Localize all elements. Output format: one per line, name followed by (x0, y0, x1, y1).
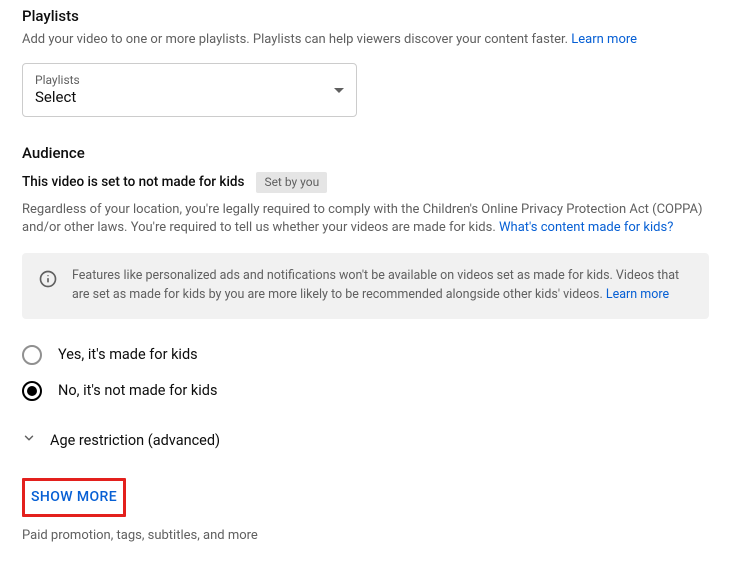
audience-info-text-row: Features like personalized ads and notif… (72, 267, 693, 305)
audience-info-link[interactable]: Learn more (606, 287, 669, 302)
radio-icon-selected (22, 381, 42, 401)
playlists-learn-more-link[interactable]: Learn more (571, 32, 637, 47)
playlists-select[interactable]: Playlists Select (22, 63, 357, 117)
radio-option-no[interactable]: No, it's not made for kids (22, 373, 709, 409)
audience-title: Audience (22, 143, 709, 164)
playlists-select-value: Select (35, 88, 80, 107)
audience-info-text: Features like personalized ads and notif… (72, 268, 679, 302)
playlists-description: Add your video to one or more playlists.… (22, 32, 571, 47)
radio-option-yes[interactable]: Yes, it's made for kids (22, 337, 709, 373)
audience-set-by-badge: Set by you (256, 172, 327, 193)
audience-legal-row: Regardless of your location, you're lega… (22, 201, 709, 237)
show-more-section: SHOW MORE Paid promotion, tags, subtitle… (22, 478, 709, 546)
audience-section: Audience This video is set to not made f… (22, 143, 709, 452)
audience-info-box: Features like personalized ads and notif… (22, 253, 709, 319)
caret-down-icon (334, 88, 344, 93)
playlists-section: Playlists Add your video to one or more … (22, 6, 709, 117)
show-more-subtitle: Paid promotion, tags, subtitles, and mor… (22, 527, 709, 545)
playlists-select-label: Playlists (35, 73, 80, 88)
show-more-button[interactable]: SHOW MORE (22, 478, 126, 518)
audience-radio-group: Yes, it's made for kids No, it's not mad… (22, 337, 709, 410)
playlists-description-row: Add your video to one or more playlists.… (22, 31, 709, 49)
audience-status-row: This video is set to not made for kids S… (22, 172, 709, 193)
age-restriction-label: Age restriction (advanced) (50, 431, 220, 451)
audience-status-text: This video is set to not made for kids (22, 173, 244, 192)
radio-label-no: No, it's not made for kids (58, 381, 217, 401)
radio-label-yes: Yes, it's made for kids (58, 345, 198, 365)
age-restriction-expander[interactable]: Age restriction (advanced) (22, 431, 709, 451)
playlists-title: Playlists (22, 6, 709, 27)
audience-legal-link[interactable]: What's content made for kids? (499, 220, 673, 235)
radio-icon (22, 345, 42, 365)
playlists-select-inner: Playlists Select (35, 73, 80, 107)
chevron-down-icon (22, 431, 36, 451)
info-icon (38, 269, 58, 295)
